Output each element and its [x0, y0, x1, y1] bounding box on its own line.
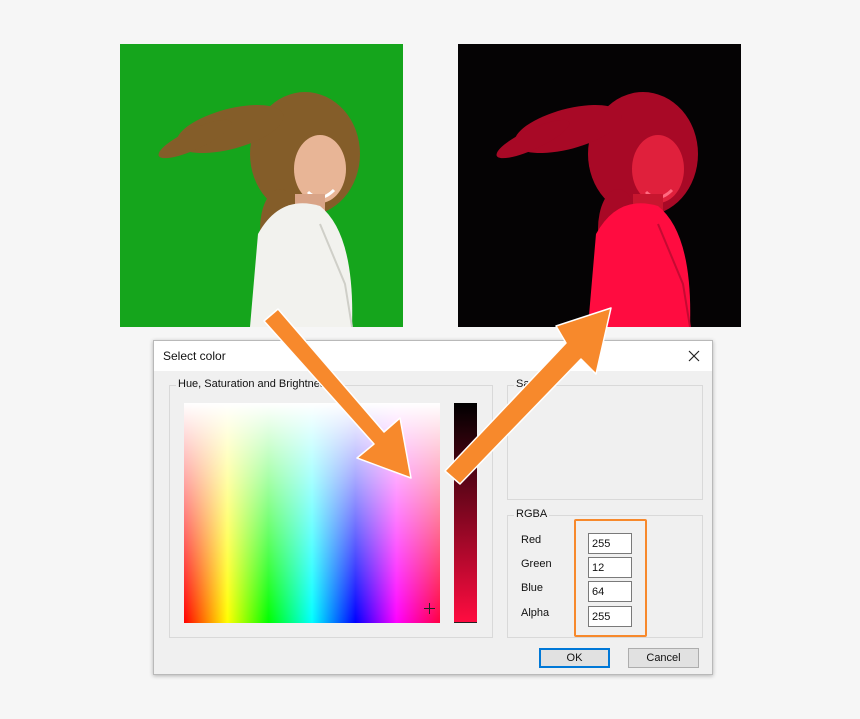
sample-group: Sample — [507, 378, 703, 500]
woman-red-keyed-illustration — [458, 44, 741, 327]
close-button[interactable] — [680, 343, 708, 369]
rgba-group-label: RGBA — [514, 508, 550, 520]
crosshair-cursor-icon[interactable] — [424, 603, 435, 614]
ok-button[interactable]: OK — [539, 648, 610, 668]
hue-saturation-picker[interactable] — [184, 403, 440, 623]
blue-label: Blue — [521, 582, 544, 594]
keyed-red-photo — [458, 44, 741, 327]
green-screen-photo — [120, 44, 403, 327]
rgba-highlight-box — [574, 519, 647, 637]
brightness-slider[interactable] — [454, 403, 477, 623]
close-icon — [688, 350, 700, 362]
green-label: Green — [521, 558, 552, 570]
alpha-label: Alpha — [521, 607, 550, 619]
cancel-button[interactable]: Cancel — [628, 648, 699, 668]
dialog-titlebar: Select color — [154, 341, 712, 371]
hsb-group-label: Hue, Saturation and Brightness — [176, 378, 333, 390]
sample-group-label: Sample — [514, 378, 556, 390]
red-label: Red — [521, 534, 542, 546]
woman-green-screen-illustration — [120, 44, 403, 327]
dialog-title: Select color — [163, 349, 226, 363]
